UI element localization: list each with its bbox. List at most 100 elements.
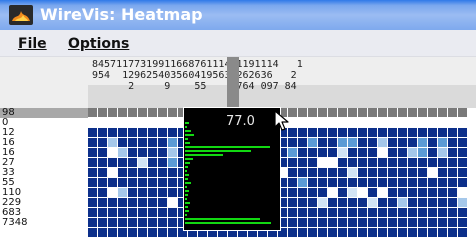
heatmap-cell[interactable]	[148, 218, 157, 227]
heatmap-cell[interactable]	[318, 158, 327, 167]
heatmap-cell[interactable]	[378, 178, 387, 187]
heatmap-cell[interactable]	[428, 178, 437, 187]
heatmap-cell[interactable]	[418, 158, 427, 167]
heatmap-cell[interactable]	[318, 118, 327, 127]
heatmap-cell[interactable]	[328, 228, 337, 237]
heatmap-cell[interactable]	[98, 168, 107, 177]
heatmap-cell[interactable]	[118, 108, 127, 117]
heatmap-cell[interactable]	[148, 158, 157, 167]
heatmap-cell[interactable]	[98, 108, 107, 117]
heatmap-cell[interactable]	[118, 218, 127, 227]
heatmap-cell[interactable]	[158, 178, 167, 187]
heatmap-cell[interactable]	[408, 188, 417, 197]
heatmap-cell[interactable]	[98, 178, 107, 187]
heatmap-cell[interactable]	[358, 138, 367, 147]
heatmap-cell[interactable]	[438, 218, 447, 227]
heatmap-cell[interactable]	[408, 198, 417, 207]
heatmap-cell[interactable]	[318, 188, 327, 197]
heatmap-cell[interactable]	[358, 128, 367, 137]
heatmap-cell[interactable]	[448, 228, 457, 237]
heatmap-cell[interactable]	[438, 208, 447, 217]
heatmap-cell[interactable]	[88, 228, 97, 237]
heatmap-cell[interactable]	[358, 198, 367, 207]
heatmap-cell[interactable]	[298, 128, 307, 137]
heatmap-cell[interactable]	[118, 168, 127, 177]
heatmap-cell[interactable]	[298, 218, 307, 227]
heatmap-cell[interactable]	[458, 108, 467, 117]
heatmap-cell[interactable]	[388, 168, 397, 177]
heatmap-cell[interactable]	[358, 228, 367, 237]
heatmap-cell[interactable]	[428, 148, 437, 157]
heatmap-cell[interactable]	[398, 218, 407, 227]
heatmap-cell[interactable]	[98, 188, 107, 197]
heatmap-cell[interactable]	[418, 128, 427, 137]
heatmap-cell[interactable]	[288, 188, 297, 197]
heatmap-cell[interactable]	[438, 188, 447, 197]
heatmap-cell[interactable]	[358, 208, 367, 217]
heatmap-cell[interactable]	[418, 118, 427, 127]
heatmap-cell[interactable]	[348, 118, 357, 127]
heatmap-cell[interactable]	[378, 198, 387, 207]
heatmap-cell[interactable]	[378, 148, 387, 157]
heatmap-cell[interactable]	[118, 138, 127, 147]
heatmap-cell[interactable]	[298, 188, 307, 197]
heatmap-cell[interactable]	[88, 218, 97, 227]
heatmap-cell[interactable]	[418, 218, 427, 227]
heatmap-cell[interactable]	[138, 158, 147, 167]
heatmap-cell[interactable]	[308, 228, 317, 237]
heatmap-cell[interactable]	[148, 138, 157, 147]
heatmap-cell[interactable]	[128, 148, 137, 157]
heatmap-cell[interactable]	[118, 178, 127, 187]
heatmap-cell[interactable]	[148, 208, 157, 217]
heatmap-cell[interactable]	[408, 128, 417, 137]
heatmap-cell[interactable]	[438, 128, 447, 137]
heatmap-cell[interactable]	[398, 198, 407, 207]
heatmap-cell[interactable]	[148, 168, 157, 177]
heatmap-cell[interactable]	[398, 118, 407, 127]
heatmap-cell[interactable]	[318, 208, 327, 217]
heatmap-cell[interactable]	[298, 228, 307, 237]
heatmap-cell[interactable]	[438, 198, 447, 207]
heatmap-cell[interactable]	[318, 198, 327, 207]
heatmap-cell[interactable]	[338, 138, 347, 147]
heatmap-cell[interactable]	[358, 148, 367, 157]
heatmap-cell[interactable]	[398, 108, 407, 117]
heatmap-cell[interactable]	[288, 168, 297, 177]
heatmap-cell[interactable]	[148, 228, 157, 237]
heatmap-cell[interactable]	[168, 158, 177, 167]
heatmap-cell[interactable]	[358, 218, 367, 227]
heatmap-cell[interactable]	[108, 198, 117, 207]
heatmap-cell[interactable]	[128, 168, 137, 177]
heatmap-cell[interactable]	[298, 138, 307, 147]
heatmap-cell[interactable]	[108, 228, 117, 237]
heatmap-cell[interactable]	[378, 118, 387, 127]
heatmap-cell[interactable]	[338, 228, 347, 237]
heatmap-cell[interactable]	[308, 168, 317, 177]
heatmap-cell[interactable]	[368, 168, 377, 177]
heatmap-cell[interactable]	[448, 148, 457, 157]
heatmap-cell[interactable]	[328, 188, 337, 197]
heatmap-cell[interactable]	[388, 108, 397, 117]
heatmap-cell[interactable]	[458, 218, 467, 227]
heatmap-cell[interactable]	[398, 158, 407, 167]
heatmap-cell[interactable]	[128, 208, 137, 217]
heatmap-cell[interactable]	[298, 168, 307, 177]
heatmap-cell[interactable]	[458, 148, 467, 157]
heatmap-cell[interactable]	[308, 138, 317, 147]
heatmap-cell[interactable]	[168, 178, 177, 187]
heatmap-cell[interactable]	[388, 188, 397, 197]
heatmap-cell[interactable]	[168, 138, 177, 147]
heatmap-cell[interactable]	[88, 168, 97, 177]
heatmap-cell[interactable]	[308, 108, 317, 117]
heatmap-cell[interactable]	[88, 118, 97, 127]
heatmap-cell[interactable]	[418, 188, 427, 197]
heatmap-cell[interactable]	[328, 138, 337, 147]
heatmap-cell[interactable]	[118, 188, 127, 197]
heatmap-cell[interactable]	[348, 128, 357, 137]
heatmap-cell[interactable]	[328, 148, 337, 157]
heatmap-cell[interactable]	[428, 218, 437, 227]
heatmap-cell[interactable]	[88, 198, 97, 207]
heatmap-cell[interactable]	[408, 208, 417, 217]
heatmap-cell[interactable]	[448, 128, 457, 137]
heatmap-cell[interactable]	[338, 178, 347, 187]
